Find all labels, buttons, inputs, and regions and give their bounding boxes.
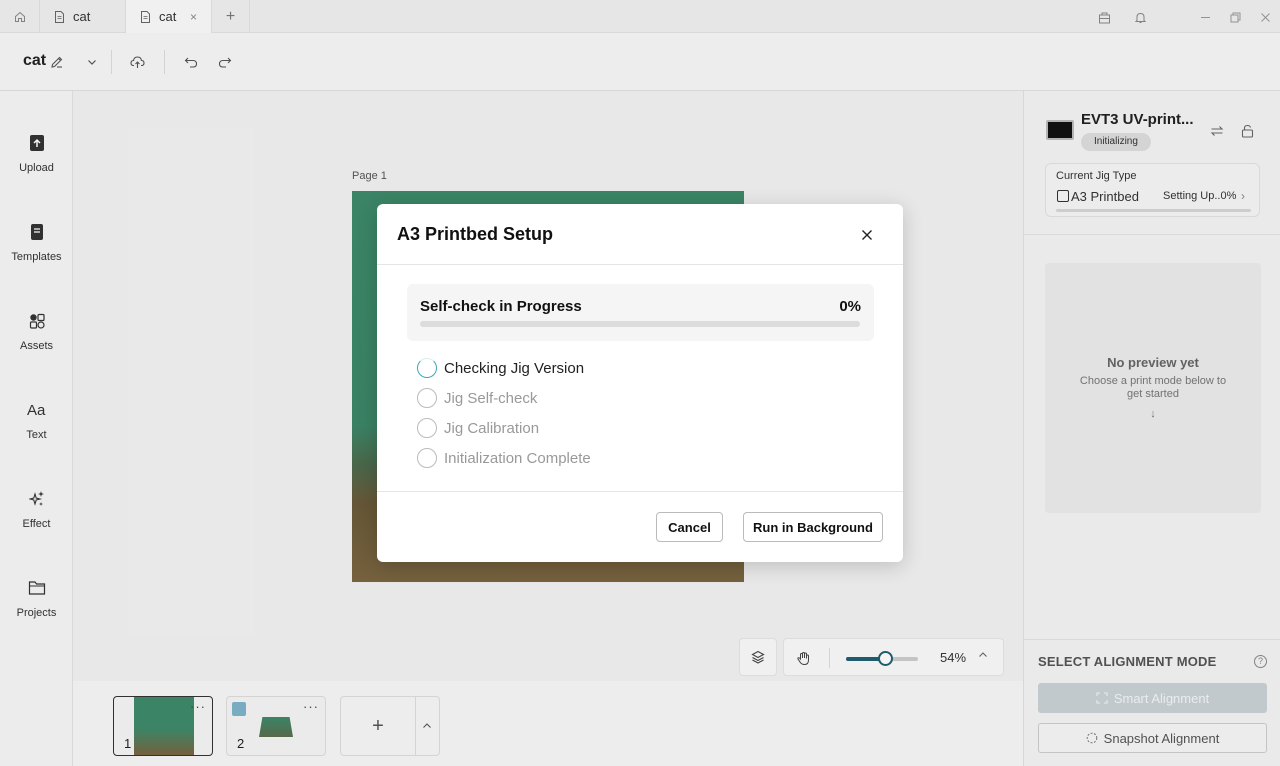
step-jig-self-check: Jig Self-check [417,387,537,409]
progress-bar [420,321,860,327]
progress-card: Self-check in Progress 0% [407,284,874,341]
step-label: Jig Self-check [444,389,538,407]
dialog-divider [377,264,903,265]
pending-circle-icon [417,388,437,408]
close-icon[interactable] [858,226,876,244]
spinner-icon [417,358,437,378]
progress-percent: 0% [839,298,861,315]
setup-dialog: A3 Printbed Setup Self-check in Progress… [377,204,903,562]
progress-title: Self-check in Progress [420,298,582,315]
cancel-button[interactable]: Cancel [656,512,723,542]
pending-circle-icon [417,418,437,438]
run-in-background-button[interactable]: Run in Background [743,512,883,542]
step-label: Initialization Complete [444,449,591,467]
step-initialization-complete: Initialization Complete [417,447,591,469]
dialog-title: A3 Printbed Setup [397,224,554,244]
step-label: Checking Jig Version [444,359,585,377]
dialog-divider [377,491,903,492]
step-label: Jig Calibration [444,419,540,437]
step-jig-calibration: Jig Calibration [417,417,539,439]
step-checking-jig-version: Checking Jig Version [417,357,584,379]
pending-circle-icon [417,448,437,468]
